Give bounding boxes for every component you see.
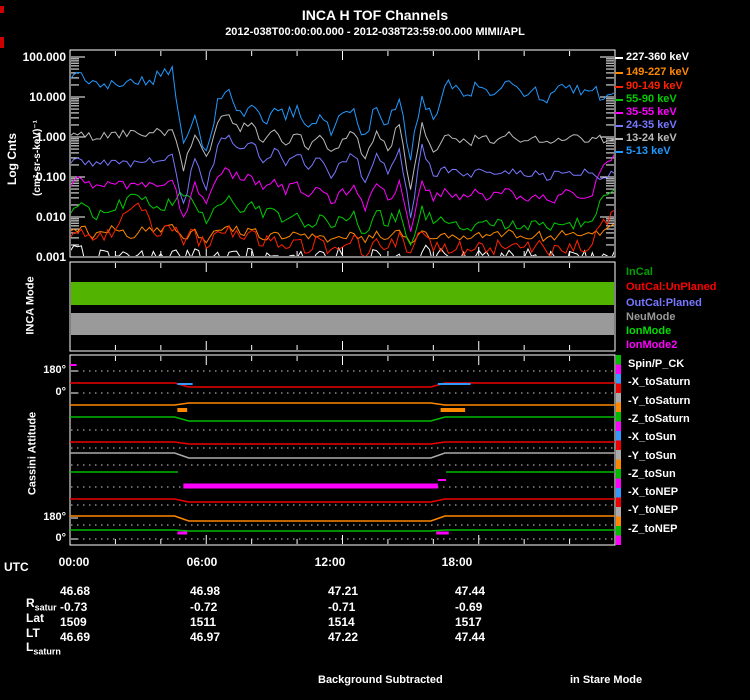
attitude-color-strip	[616, 450, 621, 460]
utc-tick-label: 12:00	[315, 556, 346, 568]
table-value: 47.44	[455, 631, 485, 643]
attitude-legend--X-toNEP: -X_toNEP	[628, 487, 678, 498]
table-value: 1511	[190, 616, 216, 628]
legend-item-55-90-keV: 55-90 keV	[626, 94, 677, 105]
table-value: -0.71	[328, 601, 355, 613]
attitude-track	[70, 442, 615, 444]
mode-legend-InCal: InCal	[626, 267, 653, 278]
y-tick-label: 0.001	[10, 251, 66, 263]
table-value: 46.98	[190, 585, 220, 597]
series-5-13-kev	[70, 67, 615, 161]
attitude-color-strip	[616, 403, 621, 413]
attitude-y-tick-label: 180°	[14, 365, 66, 376]
attitude-color-strip	[616, 441, 621, 451]
table-value: 47.44	[455, 585, 485, 597]
edge-artifact	[0, 6, 4, 13]
table-value: -0.73	[60, 601, 87, 613]
attitude-color-strip	[616, 488, 621, 498]
series-group	[70, 67, 615, 270]
attitude-color-strip	[616, 412, 621, 422]
mode-legend-OutCal-Planed: OutCal:Planed	[626, 298, 702, 309]
series-35-55-kev	[70, 153, 615, 232]
table-row-label-l: Lsaturn	[26, 641, 61, 656]
attitude-track	[70, 383, 615, 387]
table-value: -0.72	[190, 601, 217, 613]
attitude-color-strip	[616, 422, 621, 432]
mode-legend-NeuMode: NeuMode	[626, 312, 676, 323]
table-value: 47.22	[328, 631, 358, 643]
attitude-legend--X-toSun: -X_toSun	[628, 432, 676, 443]
attitude-color-strip	[616, 536, 621, 546]
attitude-y-tick-label: 0°	[14, 533, 66, 544]
attitude-color-strip	[616, 431, 621, 441]
legend-item-227-360-keV: 227-360 keV	[626, 52, 689, 63]
edge-artifact	[0, 37, 4, 48]
legend-item-35-55-keV: 35-55 keV	[626, 107, 677, 118]
legend-item-149-227-keV: 149-227 keV	[626, 67, 689, 78]
table-value: 46.69	[60, 631, 90, 643]
y-tick-label: 1.000	[10, 131, 66, 143]
table-value: 46.97	[190, 631, 220, 643]
table-value: 47.21	[328, 585, 358, 597]
legend-item-5-13-keV: 5-13 keV	[626, 146, 671, 157]
attitude-legend--Z-toSun: -Z_toSun	[628, 469, 676, 480]
attitude-color-strip	[616, 393, 621, 403]
y-tick-label: 10.000	[10, 91, 66, 103]
attitude-y-tick-label: 180°	[14, 512, 66, 523]
y-tick-label: 0.100	[10, 171, 66, 183]
mode-legend-IonMode: IonMode	[626, 326, 671, 337]
attitude-color-strip	[616, 469, 621, 479]
legend-item-24-35-keV: 24-35 keV	[626, 120, 677, 131]
attitude-color-strip	[616, 498, 621, 508]
table-value: 1509	[60, 616, 87, 628]
attitude-legend--Y-toSun: -Y_toSun	[628, 451, 676, 462]
table-row-label-lat: Lat	[26, 612, 44, 624]
attitude-track	[70, 403, 615, 405]
attitude-color-strip	[616, 479, 621, 489]
attitude-track	[70, 417, 615, 421]
table-row-label-lt: LT	[26, 627, 40, 639]
attitude-color-strip	[616, 517, 621, 527]
y-tick-label: 0.010	[10, 211, 66, 223]
attitude-legend--Y-toSaturn: -Y_toSaturn	[628, 396, 690, 407]
legend-item-90-149-keV: 90-149 keV	[626, 81, 683, 92]
inca-tof-plot-window: { "title": "INCA H TOF Channels", "subti…	[0, 0, 750, 700]
table-value: 1514	[328, 616, 355, 628]
mode-legend-OutCal-UnPlaned: OutCal:UnPlaned	[626, 282, 716, 293]
mode-bar	[71, 313, 614, 335]
attitude-y-tick-label: 0°	[14, 387, 66, 398]
attitude-color-strip	[616, 374, 621, 384]
attitude-track	[70, 530, 615, 531]
mode-panel-border	[70, 262, 615, 351]
attitude-legend-Spin-P-CK: Spin/P_CK	[628, 359, 684, 370]
mode-bar	[71, 282, 614, 305]
attitude-color-strip	[616, 526, 621, 536]
legend-item-13-24-keV: 13-24 keV	[626, 133, 677, 144]
attitude-color-strip	[616, 365, 621, 375]
attitude-legend--Y-toNEP: -Y_toNEP	[628, 505, 678, 516]
utc-tick-label: 18:00	[442, 556, 473, 568]
attitude-legend--Z-toSaturn: -Z_toSaturn	[628, 414, 690, 425]
table-value: 46.68	[60, 585, 90, 597]
attitude-track	[70, 499, 615, 502]
attitude-legend--Z-toNEP: -Z_toNEP	[628, 524, 678, 535]
y-tick-label: 100.000	[10, 51, 66, 63]
attitude-legend--X-toSaturn: -X_toSaturn	[628, 377, 690, 388]
utc-tick-label: 00:00	[59, 556, 90, 568]
attitude-color-strip	[616, 355, 621, 365]
series-13-24-kev	[70, 115, 615, 190]
table-value: -0.69	[455, 601, 482, 613]
attitude-track	[70, 516, 615, 521]
attitude-color-strip	[616, 507, 621, 517]
table-value: 1517	[455, 616, 482, 628]
series-24-35-kev	[70, 135, 615, 218]
utc-tick-label: 06:00	[187, 556, 218, 568]
attitude-color-strip	[616, 384, 621, 394]
mode-legend-IonMode2: IonMode2	[626, 340, 677, 351]
attitude-track	[70, 453, 615, 458]
attitude-color-strip	[616, 460, 621, 470]
